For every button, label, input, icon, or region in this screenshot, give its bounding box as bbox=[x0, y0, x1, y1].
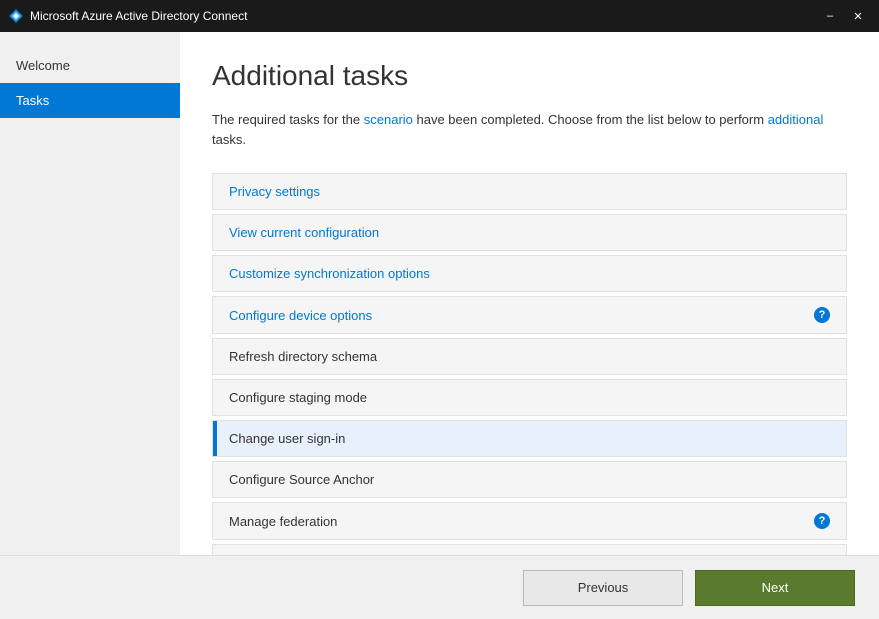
configure-device-help-icon[interactable]: ? bbox=[814, 307, 830, 323]
window-controls: – ✕ bbox=[817, 6, 871, 26]
content-area: Welcome Tasks Additional tasks The requi… bbox=[0, 32, 879, 555]
task-label-refresh-directory: Refresh directory schema bbox=[229, 349, 830, 364]
description: The required tasks for the scenario have… bbox=[212, 110, 847, 149]
page-title: Additional tasks bbox=[212, 60, 847, 92]
task-label-change-user-signin: Change user sign-in bbox=[229, 431, 830, 446]
next-button[interactable]: Next bbox=[695, 570, 855, 606]
task-item-view-current-config[interactable]: View current configuration bbox=[212, 214, 847, 251]
manage-federation-help-icon[interactable]: ? bbox=[814, 513, 830, 529]
title-bar: Microsoft Azure Active Directory Connect… bbox=[0, 0, 879, 32]
task-item-manage-federation[interactable]: Manage federation ? bbox=[212, 502, 847, 540]
task-item-troubleshoot[interactable]: Troubleshoot bbox=[212, 544, 847, 555]
task-label-manage-federation: Manage federation bbox=[229, 514, 808, 529]
task-item-change-user-signin[interactable]: Change user sign-in bbox=[212, 420, 847, 457]
task-item-configure-device[interactable]: Configure device options ? bbox=[212, 296, 847, 334]
window-title: Microsoft Azure Active Directory Connect bbox=[30, 9, 817, 23]
minimize-button[interactable]: – bbox=[817, 6, 843, 26]
task-item-configure-staging[interactable]: Configure staging mode bbox=[212, 379, 847, 416]
task-item-configure-source-anchor[interactable]: Configure Source Anchor bbox=[212, 461, 847, 498]
task-label-customize-sync: Customize synchronization options bbox=[229, 266, 830, 281]
task-label-configure-source-anchor: Configure Source Anchor bbox=[229, 472, 830, 487]
task-label-privacy-settings: Privacy settings bbox=[229, 184, 830, 199]
sidebar-item-welcome[interactable]: Welcome bbox=[0, 48, 180, 83]
main-window: Welcome Tasks Additional tasks The requi… bbox=[0, 32, 879, 619]
sidebar: Welcome Tasks bbox=[0, 32, 180, 555]
task-label-configure-staging: Configure staging mode bbox=[229, 390, 830, 405]
task-list: Privacy settings View current configurat… bbox=[212, 173, 847, 555]
footer: Previous Next bbox=[0, 555, 879, 619]
task-item-privacy-settings[interactable]: Privacy settings bbox=[212, 173, 847, 210]
previous-button[interactable]: Previous bbox=[523, 570, 683, 606]
close-button[interactable]: ✕ bbox=[845, 6, 871, 26]
task-label-view-current-config: View current configuration bbox=[229, 225, 830, 240]
main-content: Additional tasks The required tasks for … bbox=[180, 32, 879, 555]
task-item-customize-sync[interactable]: Customize synchronization options bbox=[212, 255, 847, 292]
sidebar-item-tasks[interactable]: Tasks bbox=[0, 83, 180, 118]
task-item-refresh-directory[interactable]: Refresh directory schema bbox=[212, 338, 847, 375]
task-label-configure-device: Configure device options bbox=[229, 308, 808, 323]
app-icon bbox=[8, 8, 24, 24]
